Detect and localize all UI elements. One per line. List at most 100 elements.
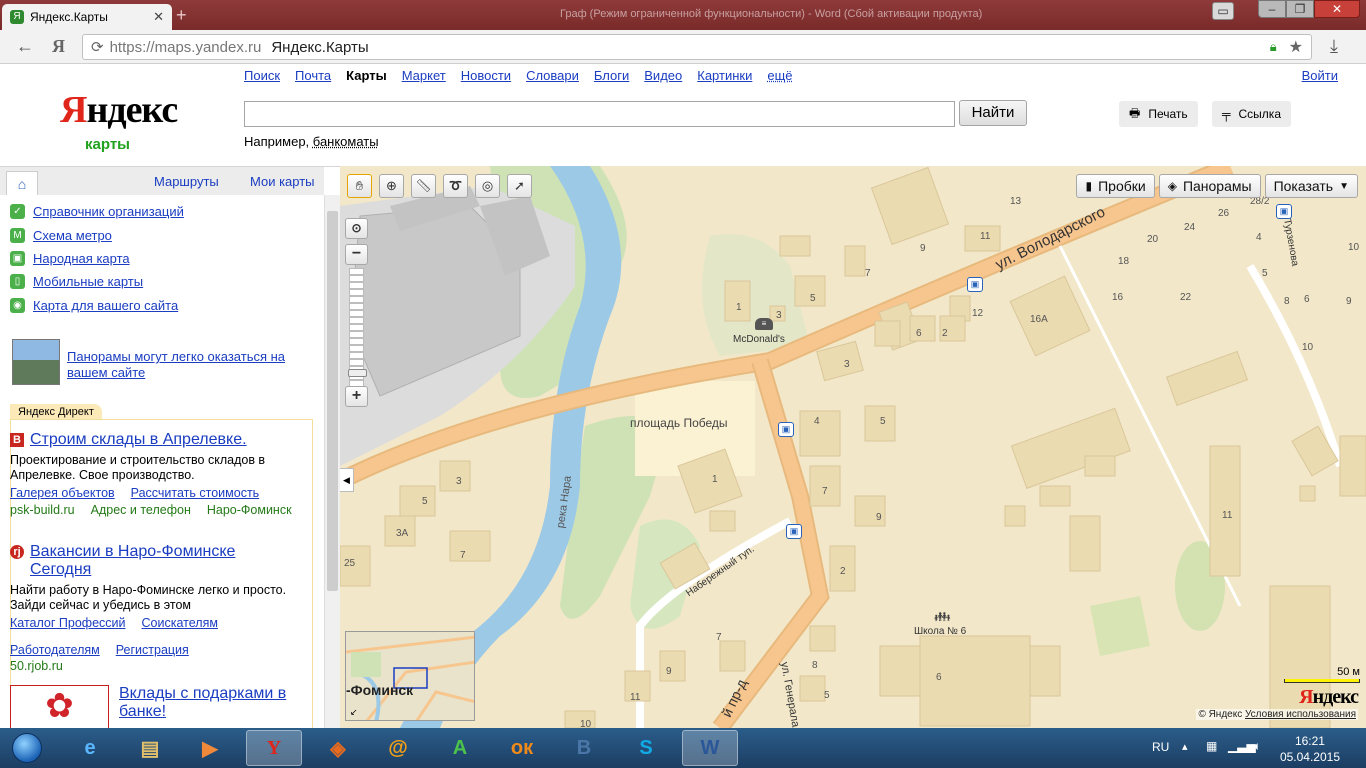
bus-stop-icon[interactable]: ▣: [967, 277, 983, 292]
search-input[interactable]: [244, 101, 955, 127]
pan-hand-icon[interactable]: ✋︎: [347, 174, 372, 198]
network-icon[interactable]: ▦: [1206, 739, 1217, 753]
close-window-icon[interactable]: ✕: [1314, 0, 1360, 18]
bus-stop-icon[interactable]: ▣: [1276, 204, 1292, 219]
download-icon[interactable]: ⤓: [1330, 36, 1338, 57]
start-button[interactable]: [2, 728, 52, 768]
volume-icon[interactable]: 🔈︎: [1254, 739, 1261, 754]
tab-routes[interactable]: Маршруты: [154, 174, 219, 189]
service-images[interactable]: Картинки: [697, 68, 752, 83]
sidebar-item-label[interactable]: Народная карта: [33, 251, 130, 266]
sidebar-item-directory[interactable]: ✓ Справочник организаций: [10, 204, 184, 219]
ad-domain[interactable]: psk-build.ru: [10, 503, 75, 517]
ad-link[interactable]: Галерея объектов: [10, 486, 115, 500]
media-player-icon[interactable]: ▶: [182, 730, 238, 766]
zoom-slider[interactable]: [348, 268, 367, 388]
ad-link[interactable]: Регистрация: [116, 643, 189, 657]
app-a-icon[interactable]: A: [432, 730, 488, 766]
traffic-button[interactable]: ▮ Пробки: [1076, 174, 1155, 198]
print-button[interactable]: 🖶 Печать: [1119, 101, 1198, 127]
refresh-icon[interactable]: ⟳: [91, 38, 104, 56]
expand-minimap-icon[interactable]: ↙: [350, 707, 358, 718]
service-maps[interactable]: Карты: [346, 68, 387, 83]
mcdonalds-label[interactable]: McDonald's: [733, 334, 785, 345]
clock[interactable]: 16:21 05.04.2015: [1280, 733, 1340, 765]
sidebar-item-site-map[interactable]: ◉ Карта для вашего сайта: [10, 298, 178, 313]
collapse-sidebar-icon[interactable]: ◀: [340, 468, 354, 492]
profile-icon[interactable]: ▭: [1212, 2, 1234, 20]
mail-agent-icon[interactable]: @: [370, 730, 426, 766]
sidebar-item-people-map[interactable]: ▣ Народная карта: [10, 251, 130, 266]
ad-domain[interactable]: 50.rjob.ru: [10, 659, 300, 673]
word-icon[interactable]: W: [682, 730, 738, 766]
vk-icon[interactable]: B: [556, 730, 612, 766]
service-more[interactable]: ещё: [767, 68, 792, 83]
service-mail[interactable]: Почта: [295, 68, 331, 83]
scrollbar-thumb[interactable]: [327, 211, 338, 591]
minimize-icon[interactable]: –: [1258, 0, 1286, 18]
close-tab-icon[interactable]: ✕: [153, 9, 164, 25]
flower-ad-image[interactable]: ✿: [10, 685, 109, 728]
sidebar-item-metro[interactable]: M Схема метро: [10, 228, 112, 243]
sidebar-item-label[interactable]: Справочник организаций: [33, 204, 184, 219]
language-indicator[interactable]: RU: [1152, 740, 1169, 754]
link-button[interactable]: ╤ Ссылка: [1212, 101, 1291, 127]
tab-my-maps[interactable]: Мои карты: [250, 174, 315, 189]
ad-title[interactable]: Строим склады в Апрелевке.: [30, 431, 247, 449]
ad-city-link[interactable]: Наро-Фоминск: [207, 503, 292, 517]
example-link[interactable]: банкоматы: [313, 134, 379, 149]
new-tab-icon[interactable]: +: [176, 6, 196, 24]
panorama-eye-icon[interactable]: ◎: [475, 174, 500, 198]
service-market[interactable]: Маркет: [402, 68, 446, 83]
route-icon[interactable]: ➰: [443, 174, 468, 198]
yandex-logo[interactable]: Яндекс: [60, 88, 178, 132]
ruler-icon[interactable]: 📏︎: [411, 174, 436, 198]
avast-icon[interactable]: ◈: [310, 730, 366, 766]
cursor-info-icon[interactable]: ➚: [507, 174, 532, 198]
zoom-in-button[interactable]: +: [345, 386, 368, 407]
signal-icon[interactable]: ▁▃▅: [1228, 739, 1256, 753]
bookmark-star-icon[interactable]: ★: [1289, 37, 1303, 57]
sidebar-scrollbar[interactable]: [324, 195, 340, 728]
skype-icon[interactable]: S: [618, 730, 674, 766]
search-button[interactable]: Найти: [959, 100, 1027, 126]
ad-link[interactable]: Работодателям: [10, 643, 100, 657]
sidebar-item-label[interactable]: Мобильные карты: [33, 274, 143, 289]
internet-explorer-icon[interactable]: e: [62, 730, 118, 766]
service-search[interactable]: Поиск: [244, 68, 280, 83]
minimap[interactable]: -Фоминск ↙: [345, 631, 475, 721]
ad-link[interactable]: Соискателям: [142, 616, 218, 630]
yandex-browser-icon[interactable]: Y: [246, 730, 302, 766]
school-label[interactable]: Школа № 6: [914, 626, 966, 637]
service-dictionaries[interactable]: Словари: [526, 68, 579, 83]
terms-link[interactable]: Условия использования: [1245, 709, 1356, 720]
back-icon[interactable]: ←: [16, 36, 34, 57]
yandex-browser-icon[interactable]: Я: [52, 36, 65, 57]
ad-link[interactable]: Каталог Профессий: [10, 616, 126, 630]
locate-icon[interactable]: ⊙: [345, 218, 368, 239]
bus-stop-icon[interactable]: ▣: [778, 422, 794, 437]
browser-tab[interactable]: Я Яндекс.Карты ✕: [2, 4, 172, 30]
login-link[interactable]: Войти: [1302, 68, 1338, 83]
panoramas-button[interactable]: ◈ Панорамы: [1158, 174, 1261, 198]
ad-title[interactable]: Вакансии в Наро-Фоминске Сегодня: [30, 543, 300, 579]
service-blogs[interactable]: Блоги: [594, 68, 629, 83]
lock-icon[interactable]: 🔒︎: [1270, 39, 1277, 55]
sidebar-item-mobile[interactable]: ▯ Мобильные карты: [10, 274, 143, 289]
restaurant-icon[interactable]: ≡: [755, 318, 773, 330]
map-yandex-logo[interactable]: Яндекс: [1299, 686, 1359, 709]
map-canvas[interactable]: [340, 166, 1366, 728]
file-explorer-icon[interactable]: ▤: [122, 730, 178, 766]
map-view[interactable]: ул. Володарского река Нара Набережный ту…: [340, 166, 1366, 728]
odnoklassniki-icon[interactable]: ок: [494, 730, 550, 766]
ad-title[interactable]: Вклады с подарками в банке!: [119, 685, 309, 721]
magnifier-icon[interactable]: ⊕: [379, 174, 404, 198]
sidebar-item-label[interactable]: Схема метро: [33, 228, 112, 243]
zoom-slider-knob[interactable]: [348, 369, 367, 377]
bus-stop-icon[interactable]: ▣: [786, 524, 802, 539]
address-bar[interactable]: ⟳ https://maps.yandex.ru Яндекс.Карты 🔒︎…: [82, 34, 1312, 60]
panorama-thumbnail[interactable]: [12, 339, 60, 385]
zoom-out-button[interactable]: −: [345, 244, 368, 265]
service-news[interactable]: Новости: [461, 68, 511, 83]
ad-link[interactable]: Рассчитать стоимость: [131, 486, 260, 500]
